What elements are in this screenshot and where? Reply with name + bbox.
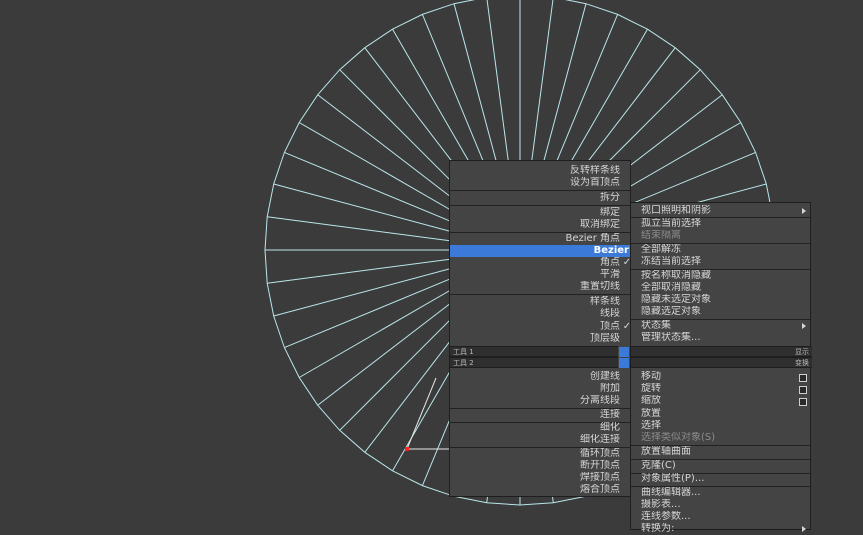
selected-vertex[interactable]	[405, 447, 409, 451]
spoke-line	[267, 216, 461, 243]
menu-item-wire-parameters[interactable]: 连线参数...	[641, 511, 806, 523]
menu-item-corner[interactable]: 角点	[450, 257, 622, 269]
menu-item-break-vertices[interactable]: 断开顶点	[450, 460, 622, 472]
divider	[450, 205, 630, 206]
submenu-arrow-icon	[802, 323, 806, 329]
settings-box-icon[interactable]	[799, 386, 807, 394]
menu-item-reverse-spline[interactable]: 反转样条线	[450, 165, 622, 177]
menu-item-viewport-lighting[interactable]: 视口照明和阴影	[641, 205, 806, 217]
menu-item-unfreeze-all[interactable]: 全部解冻	[641, 244, 806, 256]
quad-bar-display: 显示	[631, 346, 812, 357]
menu-item-select[interactable]: 选择	[641, 420, 806, 432]
settings-box-icon[interactable]	[799, 374, 807, 382]
menu-item-dope-sheet[interactable]: 摄影表...	[641, 499, 806, 511]
menu-item-clone[interactable]: 克隆(C)	[641, 460, 806, 472]
menu-item-convert-to[interactable]: 转换为:	[641, 523, 806, 535]
menu-item-detach-segment[interactable]: 分离线段	[450, 395, 622, 407]
divider	[450, 294, 630, 295]
menu-item-curve-editor[interactable]: 曲线编辑器...	[641, 487, 806, 499]
spoke-line	[284, 151, 465, 228]
menu-item-weld-vertices[interactable]: 焊接顶点	[450, 472, 622, 484]
menu-item-freeze-selection[interactable]: 冻结当前选择	[641, 256, 806, 268]
menu-item-place[interactable]: 放置	[641, 408, 806, 420]
menu-item-vertex[interactable]: 顶点	[450, 321, 622, 333]
menu-item-divide[interactable]: 拆分	[450, 192, 622, 204]
spoke-line	[298, 279, 469, 378]
menu-item-bezier-corner[interactable]: Bezier 角点	[450, 233, 622, 245]
menu-item-connect[interactable]: 连接	[450, 409, 622, 421]
menu-item-rotate[interactable]: 旋转	[641, 383, 806, 395]
quad-menu-left: 反转样条线 设为首顶点 拆分 绑定 取消绑定 Bezier 角点 Bezier …	[449, 160, 631, 497]
menu-item-move[interactable]: 移动	[641, 371, 806, 383]
quad-bar-tools2: 工具 2	[450, 357, 618, 368]
menu-item-unhide-by-name[interactable]: 按名称取消隐藏	[641, 270, 806, 282]
quad-menu-right: 视口照明和阴影 孤立当前选择 结束隔离 全部解冻 冻结当前选择 按名称取消隐藏 …	[630, 202, 812, 534]
menu-item-unbind[interactable]: 取消绑定	[450, 219, 622, 231]
menu-item-attach[interactable]: 附加	[450, 383, 622, 395]
menu-item-select-similar[interactable]: 选择类似对象(S)	[641, 432, 806, 444]
menu-item-top-level[interactable]: 顶层级	[450, 333, 622, 345]
settings-box-icon[interactable]	[799, 398, 807, 406]
menu-item-spline[interactable]: 样条线	[450, 296, 622, 308]
quad-corner-tools1[interactable]	[619, 347, 629, 357]
menu-item-refine[interactable]: 细化	[450, 422, 622, 434]
submenu-arrow-icon	[802, 526, 806, 532]
menu-item-hide-selection[interactable]: 隐藏选定对象	[641, 306, 806, 318]
quad-corner-tools2[interactable]	[619, 358, 629, 368]
menu-item-segment[interactable]: 线段	[450, 308, 622, 320]
spoke-line	[273, 183, 463, 235]
menu-item-create-line[interactable]: 创建线	[450, 371, 622, 383]
menu-item-fuse-vertices[interactable]: 熔合顶点	[450, 484, 622, 496]
spoke-line	[273, 265, 463, 317]
quad-label-transform: 变换	[795, 359, 809, 367]
menu-item-unhide-all[interactable]: 全部取消隐藏	[641, 282, 806, 294]
menu-item-object-properties[interactable]: 对象属性(P)...	[641, 473, 806, 485]
spoke-line	[284, 272, 465, 349]
quad-bar-transform: 变换	[631, 357, 812, 368]
menu-item-bezier[interactable]: Bezier	[450, 245, 631, 257]
submenu-arrow-icon	[802, 208, 806, 214]
menu-item-smooth[interactable]: 平滑	[450, 269, 622, 281]
menu-item-isolate-selection[interactable]: 孤立当前选择	[641, 218, 806, 230]
divider	[450, 190, 630, 191]
quad-bar-tools1: 工具 1	[450, 346, 618, 357]
spoke-line	[298, 122, 469, 221]
menu-item-reset-tangents[interactable]: 重置切线	[450, 281, 622, 293]
menu-item-scale[interactable]: 缩放	[641, 395, 806, 407]
quad-label-tools2: 工具 2	[453, 359, 474, 367]
menu-item-manage-state-sets[interactable]: 管理状态集...	[641, 332, 806, 344]
menu-item-cycle-vertices[interactable]: 循环顶点	[450, 448, 622, 460]
menu-item-refine-connect[interactable]: 细化连接	[450, 434, 622, 446]
menu-item-hide-unselected[interactable]: 隐藏未选定对象	[641, 294, 806, 306]
menu-item-bind[interactable]: 绑定	[450, 207, 622, 219]
menu-item-make-first[interactable]: 设为首顶点	[450, 177, 622, 189]
menu-item-state-sets[interactable]: 状态集	[641, 320, 806, 332]
spoke-line	[267, 257, 461, 284]
menu-item-end-isolate[interactable]: 结束隔离	[641, 230, 806, 242]
segment-line-diag	[406, 377, 437, 450]
menu-item-place-pivot-surface[interactable]: 放置轴曲面	[641, 446, 806, 458]
